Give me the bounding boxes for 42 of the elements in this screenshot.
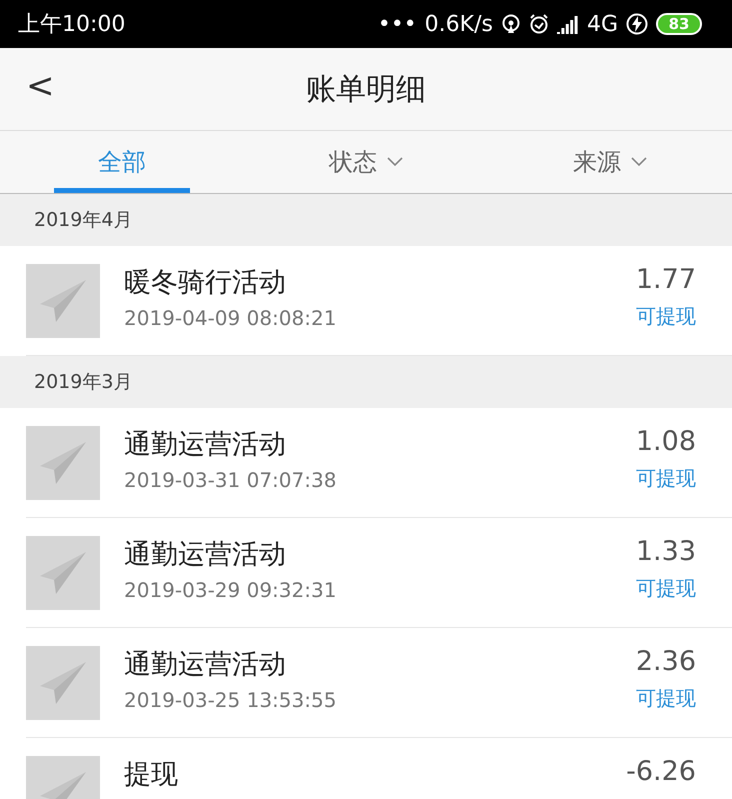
month-header: 2019年4月 — [0, 194, 732, 246]
bill-amount: 1.33 — [636, 536, 696, 567]
network-speed: 0.6K/s — [424, 12, 493, 36]
paper-plane-icon — [38, 550, 88, 596]
bill-amount: -6.26 — [626, 756, 696, 787]
bill-status: 可提现 — [636, 303, 696, 330]
bill-time: 2019-03-31 07:07:38 — [124, 468, 338, 492]
bill-amount: 1.08 — [636, 426, 696, 457]
bill-amount: 1.77 — [636, 264, 696, 295]
bill-row[interactable]: 暖冬骑行活动 2019-04-09 08:08:21 1.77 可提现 — [26, 246, 732, 356]
paper-plane-icon — [38, 660, 88, 706]
charging-icon — [626, 13, 648, 35]
filter-tab[interactable]: 状态 — [298, 131, 434, 193]
network-type: 4G — [586, 12, 618, 36]
back-button[interactable]: < — [16, 62, 64, 110]
bill-title: 通勤运营活动 — [124, 538, 287, 572]
bill-status: 可提现 — [636, 575, 696, 602]
paper-plane-icon — [38, 440, 88, 486]
clock-time: 上午10:00 — [18, 11, 126, 39]
bill-status: 可提现 — [636, 465, 696, 492]
page-title: 账单明细 — [306, 70, 426, 108]
bill-title: 通勤运营活动 — [124, 428, 287, 462]
bill-title: 通勤运营活动 — [124, 648, 287, 682]
bill-time: 2019-03-29 09:32:31 — [124, 578, 338, 602]
bill-row[interactable]: 通勤运营活动 2019-03-31 07:07:38 1.08 可提现 — [26, 408, 732, 518]
bill-amount: 2.36 — [636, 646, 696, 677]
bill-status: 可提现 — [636, 685, 696, 712]
more-dots: ••• — [378, 12, 417, 36]
bill-title: 提现 — [124, 758, 179, 792]
alarm-icon — [528, 14, 549, 34]
bill-time: 2019-03-25 13:53:55 — [124, 688, 338, 712]
bill-time: 2019-04-09 08:08:21 — [124, 306, 338, 330]
bill-title: 暖冬骑行活动 — [124, 266, 287, 300]
bill-row[interactable]: 通勤运营活动 2019-03-29 09:32:31 1.33 可提现 — [26, 518, 732, 628]
month-header: 2019年3月 — [0, 356, 732, 408]
signal-icon — [556, 14, 579, 34]
hotspot-icon — [500, 14, 521, 34]
bill-row[interactable]: 通勤运营活动 2019-03-25 13:53:55 2.36 可提现 — [26, 628, 732, 738]
filter-tab[interactable]: 来源 — [542, 131, 678, 193]
bill-row[interactable]: 提现 -6.26 — [26, 738, 732, 799]
paper-plane-icon — [38, 278, 88, 324]
battery-indicator: 83 — [656, 13, 702, 35]
